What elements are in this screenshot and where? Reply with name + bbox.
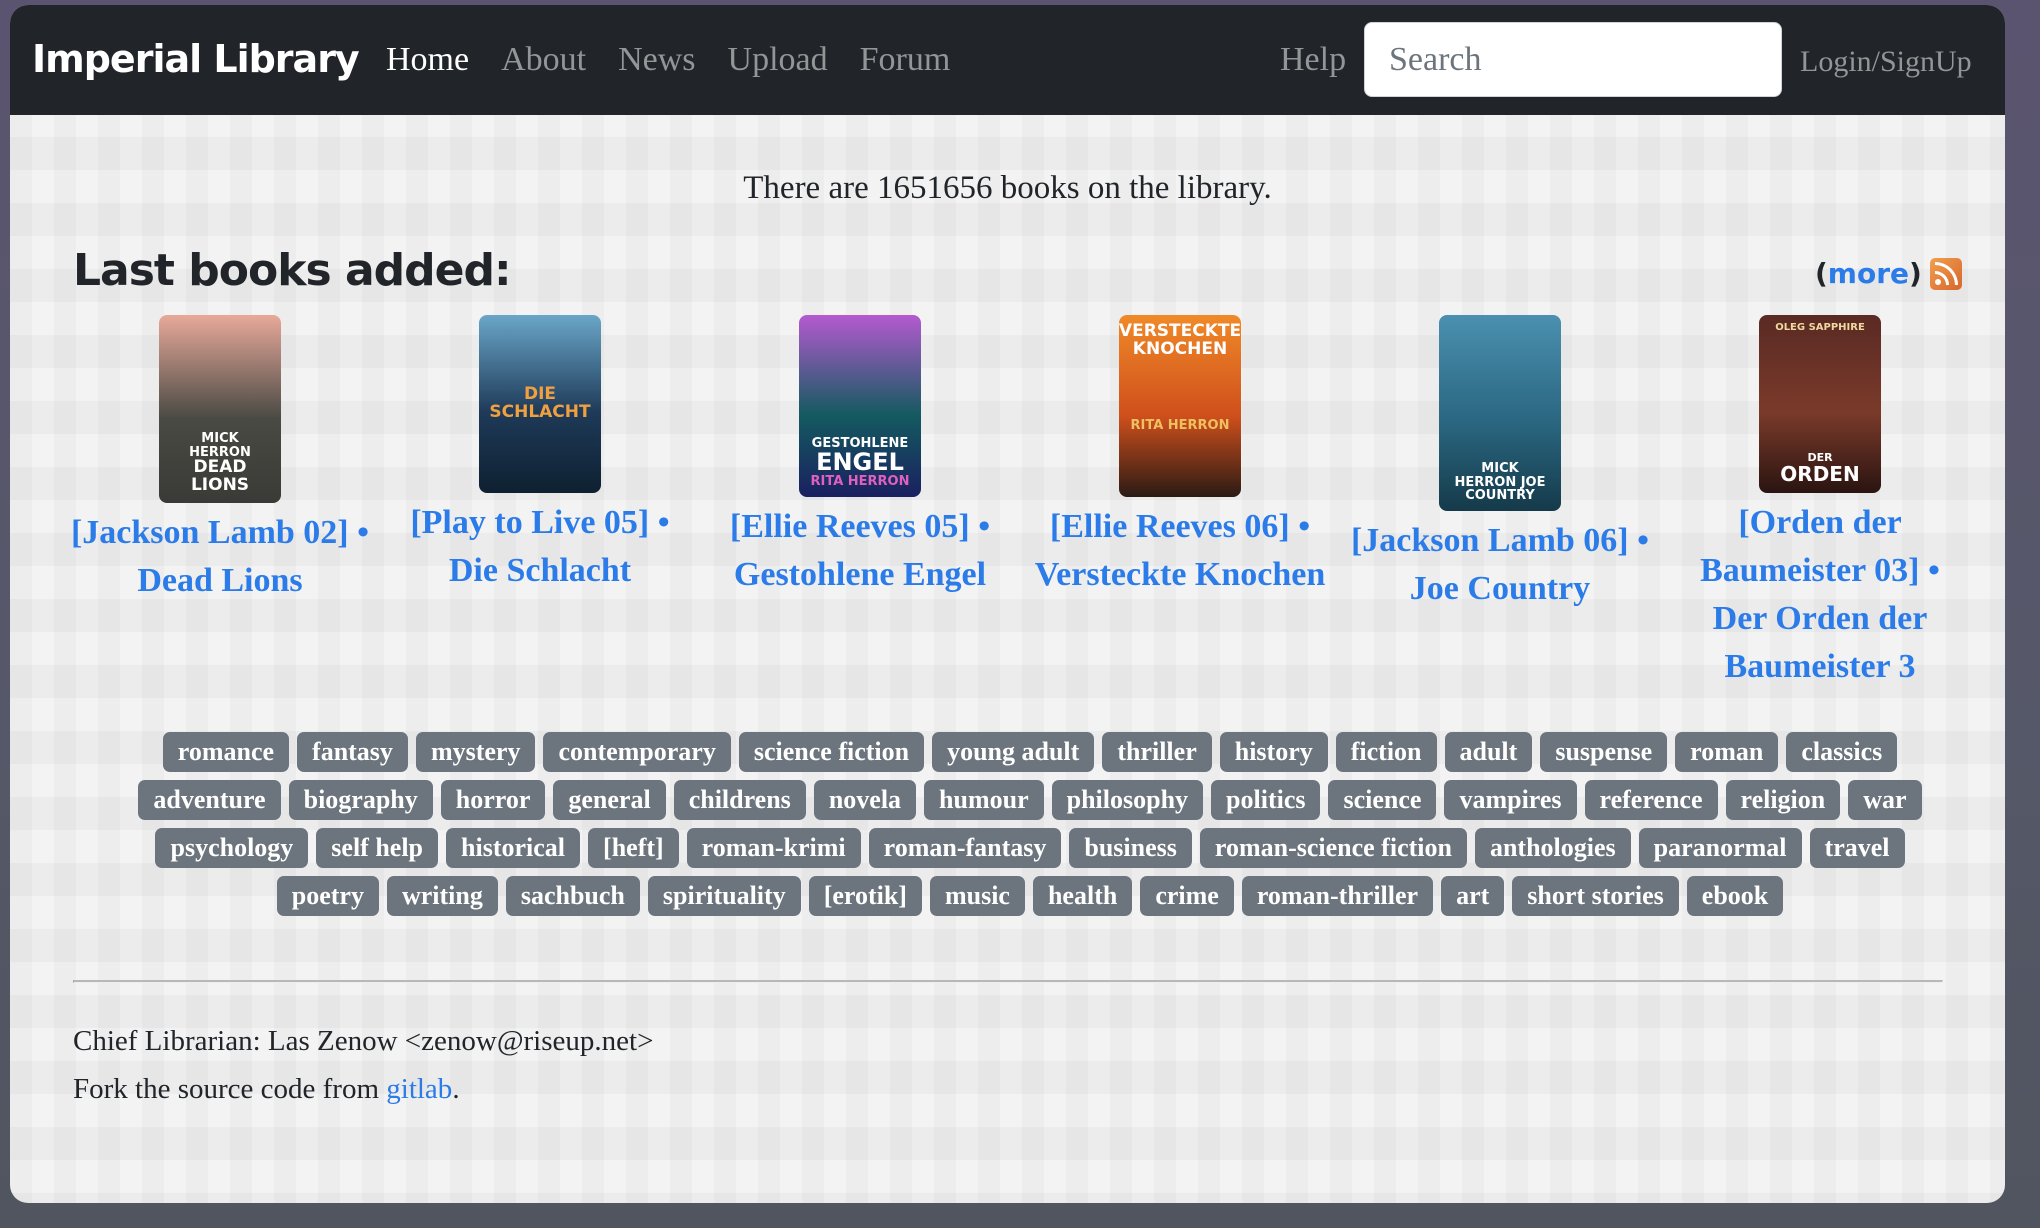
- tag-link[interactable]: short stories: [1512, 876, 1679, 916]
- book-title[interactable]: [Jackson Lamb 02] • Dead Lions: [70, 509, 370, 605]
- tag-link[interactable]: vampires: [1444, 780, 1577, 820]
- more-paren-open: (: [1815, 257, 1828, 290]
- more-section: ( more ): [1815, 257, 1962, 290]
- tag-link[interactable]: horror: [440, 780, 546, 820]
- book-cover[interactable]: MICK HERRON JOE COUNTRY: [1439, 315, 1561, 511]
- tag-link[interactable]: roman-fantasy: [868, 828, 1062, 868]
- footer-divider: [73, 980, 1943, 983]
- tag-link[interactable]: business: [1069, 828, 1192, 868]
- nav-upload[interactable]: Upload: [728, 41, 828, 79]
- book-title[interactable]: [Orden der Baumeister 03] • Der Orden de…: [1670, 499, 1970, 691]
- book-cover[interactable]: GESTOHLENE ENGEL RITA HERRON: [799, 315, 921, 497]
- tag-link[interactable]: adult: [1444, 732, 1533, 772]
- book-card[interactable]: DIE SCHLACHT [Play to Live 05] • Die Sch…: [380, 315, 700, 691]
- tag-link[interactable]: art: [1441, 876, 1505, 916]
- tag-link[interactable]: music: [929, 876, 1025, 916]
- tag-link[interactable]: biography: [288, 780, 433, 820]
- more-link[interactable]: more: [1828, 257, 1909, 290]
- tag-link[interactable]: science fiction: [738, 732, 925, 772]
- tag-link[interactable]: romance: [162, 732, 290, 772]
- rss-feed-icon[interactable]: [1929, 257, 1962, 290]
- book-cover[interactable]: VERSTECKTE KNOCHEN RITA HERRON: [1119, 315, 1241, 497]
- tag-row: poetry writing sachbuch spirituality [erotik…: [110, 876, 1950, 916]
- tag-link[interactable]: crime: [1140, 876, 1234, 916]
- tag-link[interactable]: novela: [813, 780, 917, 820]
- tag-link[interactable]: mystery: [415, 732, 536, 772]
- tag-link[interactable]: writing: [386, 876, 498, 916]
- nav-news[interactable]: News: [618, 41, 695, 79]
- tag-link[interactable]: travel: [1809, 828, 1905, 868]
- nav-links: Home About News Upload Forum: [386, 41, 982, 79]
- tag-link[interactable]: adventure: [138, 780, 281, 820]
- nav-about[interactable]: About: [501, 41, 586, 79]
- tag-link[interactable]: [heft]: [588, 828, 679, 868]
- tag-link[interactable]: childrens: [673, 780, 806, 820]
- tag-row: psychology self help historical [heft] roman…: [110, 828, 1950, 868]
- tag-link[interactable]: young adult: [932, 732, 1095, 772]
- book-card[interactable]: VERSTECKTE KNOCHEN RITA HERRON [Ellie Re…: [1020, 315, 1340, 691]
- book-count-text: There are 1651656 books on the library.: [743, 170, 1272, 206]
- latest-books: MICK HERRON DEAD LIONS [Jackson Lamb 02]…: [60, 315, 1980, 691]
- tag-link[interactable]: classics: [1786, 732, 1898, 772]
- gitlab-link[interactable]: gitlab: [386, 1073, 452, 1105]
- tag-link[interactable]: history: [1219, 732, 1328, 772]
- tag-link[interactable]: paranormal: [1638, 828, 1802, 868]
- chief-librarian-text: Chief Librarian: Las Zenow <zenow@riseup…: [73, 1025, 654, 1057]
- tag-link[interactable]: politics: [1211, 780, 1321, 820]
- tag-link[interactable]: thriller: [1102, 732, 1212, 772]
- tag-link[interactable]: fiction: [1335, 732, 1437, 772]
- tag-link[interactable]: [erotik]: [808, 876, 922, 916]
- section-title: Last books added:: [73, 245, 512, 296]
- fork-source-text: Fork the source code from gitlab.: [73, 1073, 460, 1105]
- search-input[interactable]: [1364, 22, 1782, 97]
- book-title[interactable]: [Ellie Reeves 06] • Versteckte Knochen: [1030, 503, 1330, 599]
- tag-row: romance fantasy mystery contemporary science…: [110, 732, 1950, 772]
- book-card[interactable]: MICK HERRON DEAD LIONS [Jackson Lamb 02]…: [60, 315, 380, 691]
- nav-forum[interactable]: Forum: [860, 41, 951, 79]
- book-card[interactable]: MICK HERRON JOE COUNTRY [Jackson Lamb 06…: [1340, 315, 1660, 691]
- tag-link[interactable]: health: [1032, 876, 1133, 916]
- tag-row: adventure biography horror general childrens…: [110, 780, 1950, 820]
- tag-link[interactable]: humour: [924, 780, 1044, 820]
- book-cover[interactable]: DIE SCHLACHT: [479, 315, 601, 493]
- book-card[interactable]: GESTOHLENE ENGEL RITA HERRON [Ellie Reev…: [700, 315, 1020, 691]
- book-cover[interactable]: OLEG SAPPHIRE DER ORDEN: [1759, 315, 1881, 493]
- book-title[interactable]: [Jackson Lamb 06] • Joe Country: [1350, 517, 1650, 613]
- tag-link[interactable]: roman: [1675, 732, 1779, 772]
- tag-link[interactable]: science: [1328, 780, 1437, 820]
- tag-link[interactable]: roman-science fiction: [1199, 828, 1467, 868]
- tag-link[interactable]: roman-thriller: [1241, 876, 1434, 916]
- tag-cloud: romance fantasy mystery contemporary science…: [110, 732, 1950, 916]
- tag-link[interactable]: poetry: [276, 876, 379, 916]
- more-paren-close: ): [1909, 257, 1922, 290]
- tag-link[interactable]: fantasy: [297, 732, 408, 772]
- tag-link[interactable]: war: [1848, 780, 1922, 820]
- book-title[interactable]: [Play to Live 05] • Die Schlacht: [390, 499, 690, 595]
- book-card[interactable]: OLEG SAPPHIRE DER ORDEN [Orden der Baume…: [1660, 315, 1980, 691]
- tag-link[interactable]: ebook: [1686, 876, 1784, 916]
- tag-link[interactable]: psychology: [155, 828, 309, 868]
- nav-help[interactable]: Help: [1280, 41, 1346, 79]
- tag-link[interactable]: philosophy: [1051, 780, 1204, 820]
- browser-window: Imperial Library Home About News Upload …: [10, 5, 2005, 1203]
- tag-link[interactable]: self help: [316, 828, 439, 868]
- tag-link[interactable]: historical: [446, 828, 581, 868]
- brand-logo[interactable]: Imperial Library: [32, 37, 360, 81]
- nav-home[interactable]: Home: [386, 41, 469, 79]
- tag-link[interactable]: roman-krimi: [686, 828, 861, 868]
- login-signup-link[interactable]: Login/SignUp: [1800, 45, 1972, 79]
- tag-link[interactable]: reference: [1584, 780, 1718, 820]
- tag-link[interactable]: anthologies: [1474, 828, 1631, 868]
- tag-link[interactable]: religion: [1725, 780, 1841, 820]
- tag-link[interactable]: sachbuch: [505, 876, 640, 916]
- tag-link[interactable]: suspense: [1540, 732, 1668, 772]
- tag-link[interactable]: general: [553, 780, 666, 820]
- book-cover[interactable]: MICK HERRON DEAD LIONS: [159, 315, 281, 503]
- tag-link[interactable]: spirituality: [647, 876, 801, 916]
- navbar: Imperial Library Home About News Upload …: [10, 5, 2005, 115]
- tag-link[interactable]: contemporary: [543, 732, 731, 772]
- book-title[interactable]: [Ellie Reeves 05] • Gestohlene Engel: [710, 503, 1010, 599]
